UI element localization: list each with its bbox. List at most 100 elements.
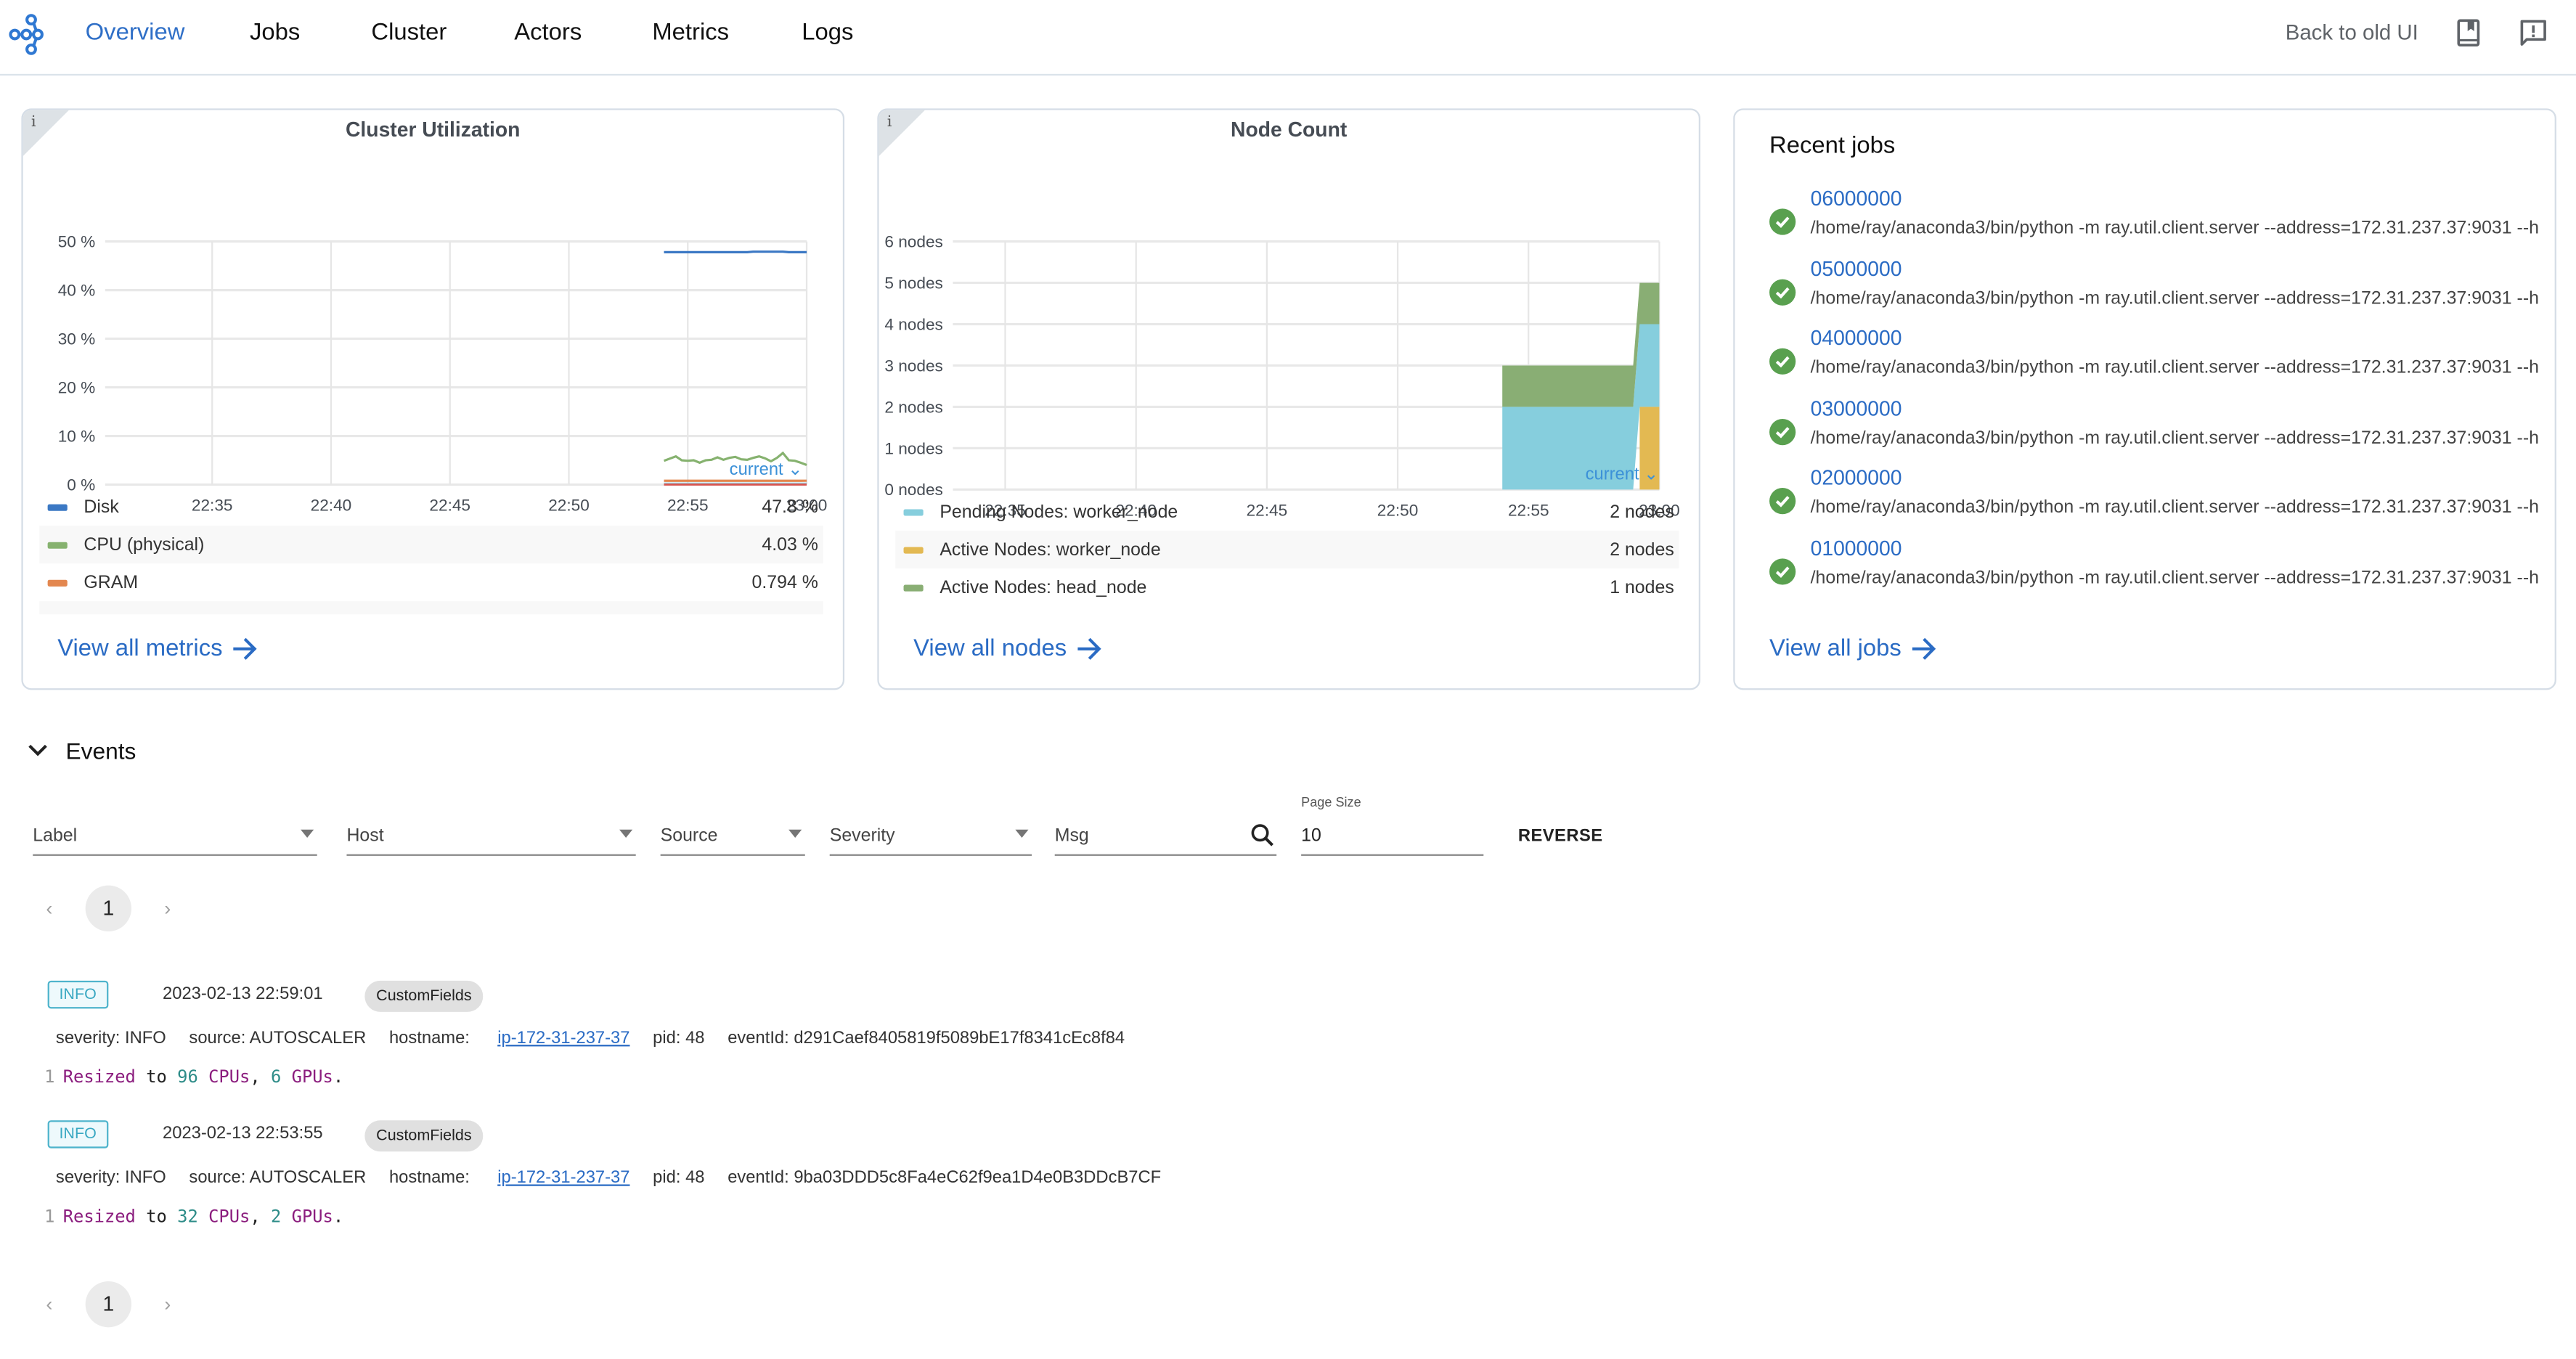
nav-jobs[interactable]: Jobs	[250, 20, 300, 46]
legend-row[interactable]: GRAM 0.794 %	[39, 563, 823, 601]
page-1-button[interactable]: 1	[85, 885, 132, 932]
nav-logs[interactable]: Logs	[802, 20, 853, 46]
view-all-jobs-link[interactable]: View all jobs	[1769, 636, 1938, 662]
events-title: Events	[65, 737, 136, 764]
legend-value: 2 nodes	[1610, 502, 1674, 522]
msg-token: ,	[250, 1207, 261, 1228]
y-tick-label: 50 %	[58, 233, 96, 251]
caret-down-icon	[1015, 829, 1029, 838]
prev-page-icon[interactable]: ‹	[33, 897, 65, 920]
pagination-bottom: ‹ 1 ›	[33, 1281, 184, 1328]
events-section-toggle[interactable]: Events	[26, 738, 136, 764]
docs-book-icon[interactable]	[2455, 18, 2485, 48]
current-dropdown[interactable]: current ⌄	[730, 460, 803, 480]
success-check-icon	[1769, 278, 1796, 305]
search-icon[interactable]	[1250, 823, 1275, 848]
legend-swatch	[47, 503, 68, 510]
job-id-link[interactable]: 04000000	[1811, 327, 1902, 350]
chevron-down-icon: ⌄	[788, 460, 803, 480]
legend-swatch	[903, 584, 924, 591]
msg-token: Resized	[62, 1067, 136, 1087]
severity-filter-text: Severity	[829, 826, 895, 846]
legend-row[interactable]: Pending Nodes: worker_node 2 nodes	[895, 493, 1679, 531]
legend: Pending Nodes: worker_node 2 nodes Activ…	[895, 493, 1679, 606]
legend-row[interactable]: CPU (physical) 4.03 %	[39, 526, 823, 564]
custom-fields-chip[interactable]: CustomFields	[364, 980, 484, 1012]
msg-token: 6	[271, 1067, 282, 1087]
success-check-icon	[1769, 417, 1796, 445]
meta-pid: pid: 48	[653, 1028, 705, 1048]
next-page-icon[interactable]: ›	[151, 1293, 184, 1316]
hostname-link[interactable]: ip-172-31-237-37	[497, 1029, 629, 1048]
nav-metrics[interactable]: Metrics	[652, 20, 729, 46]
nav-cluster[interactable]: Cluster	[371, 20, 447, 46]
meta-pid: pid: 48	[653, 1167, 705, 1188]
job-command: /home/ray/anaconda3/bin/python -m ray.ut…	[1810, 567, 2539, 587]
legend-swatch	[47, 541, 68, 548]
y-tick-label: 20 %	[58, 378, 96, 396]
pagination-top: ‹ 1 ›	[33, 885, 184, 932]
custom-fields-chip[interactable]: CustomFields	[364, 1120, 484, 1152]
legend-label: CPU (physical)	[83, 534, 205, 555]
label-filter-text: Label	[33, 826, 78, 846]
msg-token: CPUs	[208, 1207, 250, 1228]
legend-value: 47.8 %	[762, 497, 818, 517]
job-id-link[interactable]: 01000000	[1811, 536, 1902, 560]
msg-token: Resized	[62, 1207, 136, 1228]
feedback-icon[interactable]	[2519, 18, 2548, 48]
msg-search-input[interactable]: Msg	[1054, 821, 1277, 856]
line-number: 1	[44, 1207, 55, 1228]
view-all-metrics-link[interactable]: View all metrics	[57, 636, 258, 662]
y-tick-label: 10 %	[58, 427, 96, 445]
job-id-link[interactable]: 06000000	[1811, 187, 1902, 211]
legend-value: 2 nodes	[1610, 539, 1674, 560]
back-to-old-ui-link[interactable]: Back to old UI	[2286, 20, 2418, 44]
legend-row[interactable]: Disk 47.8 %	[39, 488, 823, 526]
y-tick-label: 6 nodes	[884, 233, 942, 251]
ray-logo-icon[interactable]	[8, 12, 54, 57]
current-dropdown[interactable]: current ⌄	[1586, 465, 1659, 484]
legend-swatch	[47, 579, 68, 586]
job-id-link[interactable]: 03000000	[1811, 396, 1902, 420]
msg-token: .	[333, 1207, 344, 1228]
legend-label: Active Nodes: worker_node	[939, 539, 1161, 560]
source-filter-select[interactable]: Source	[660, 821, 805, 856]
view-all-nodes-link[interactable]: View all nodes	[913, 636, 1103, 662]
legend-row[interactable]: Active Nodes: head_node 1 nodes	[895, 568, 1679, 606]
success-check-icon	[1769, 208, 1796, 235]
caret-down-icon	[788, 829, 802, 838]
legend-swatch	[903, 508, 924, 515]
label-filter-select[interactable]: Label	[33, 821, 317, 856]
page-size-input[interactable]: 10	[1301, 821, 1484, 856]
nav-actors[interactable]: Actors	[514, 20, 582, 46]
legend-row[interactable]: Active Nodes: worker_node 2 nodes	[895, 530, 1679, 568]
job-command: /home/ray/anaconda3/bin/python -m ray.ut…	[1810, 218, 2539, 239]
msg-token: GPUs	[291, 1207, 333, 1228]
y-tick-label: 1 nodes	[884, 439, 942, 457]
recent-jobs-card: Recent jobs 06000000/home/ray/anaconda3/…	[1733, 108, 2556, 690]
legend-value: 4.03 %	[762, 534, 818, 555]
hostname-link[interactable]: ip-172-31-237-37	[497, 1168, 629, 1188]
job-id-link[interactable]: 02000000	[1811, 467, 1902, 490]
meta-source: source: AUTOSCALER	[189, 1028, 367, 1048]
meta-severity: severity: INFO	[55, 1028, 166, 1048]
host-filter-select[interactable]: Host	[346, 821, 636, 856]
msg-token: 96	[177, 1067, 198, 1087]
reverse-button[interactable]: REVERSE	[1518, 826, 1603, 846]
legend-label: Disk	[83, 497, 119, 517]
msg-token: .	[333, 1067, 344, 1087]
job-command: /home/ray/anaconda3/bin/python -m ray.ut…	[1810, 497, 2539, 518]
severity-filter-select[interactable]: Severity	[829, 821, 1032, 856]
meta-event-id: eventId: d291Caef8405819f5089bE17f8341cE…	[727, 1028, 1125, 1048]
job-command: /home/ray/anaconda3/bin/python -m ray.ut…	[1810, 288, 2539, 309]
page-1-button[interactable]: 1	[85, 1281, 132, 1328]
severity-badge: INFO	[47, 980, 108, 1009]
prev-page-icon[interactable]: ‹	[33, 1293, 65, 1316]
view-all-jobs-label: View all jobs	[1769, 635, 1902, 662]
job-id-link[interactable]: 05000000	[1811, 257, 1902, 280]
nav-overview[interactable]: Overview	[86, 20, 185, 46]
card-title: Cluster Utilization	[346, 118, 521, 142]
next-page-icon[interactable]: ›	[151, 897, 184, 920]
y-tick-label: 40 %	[58, 282, 96, 300]
legend-swatch	[903, 546, 924, 553]
